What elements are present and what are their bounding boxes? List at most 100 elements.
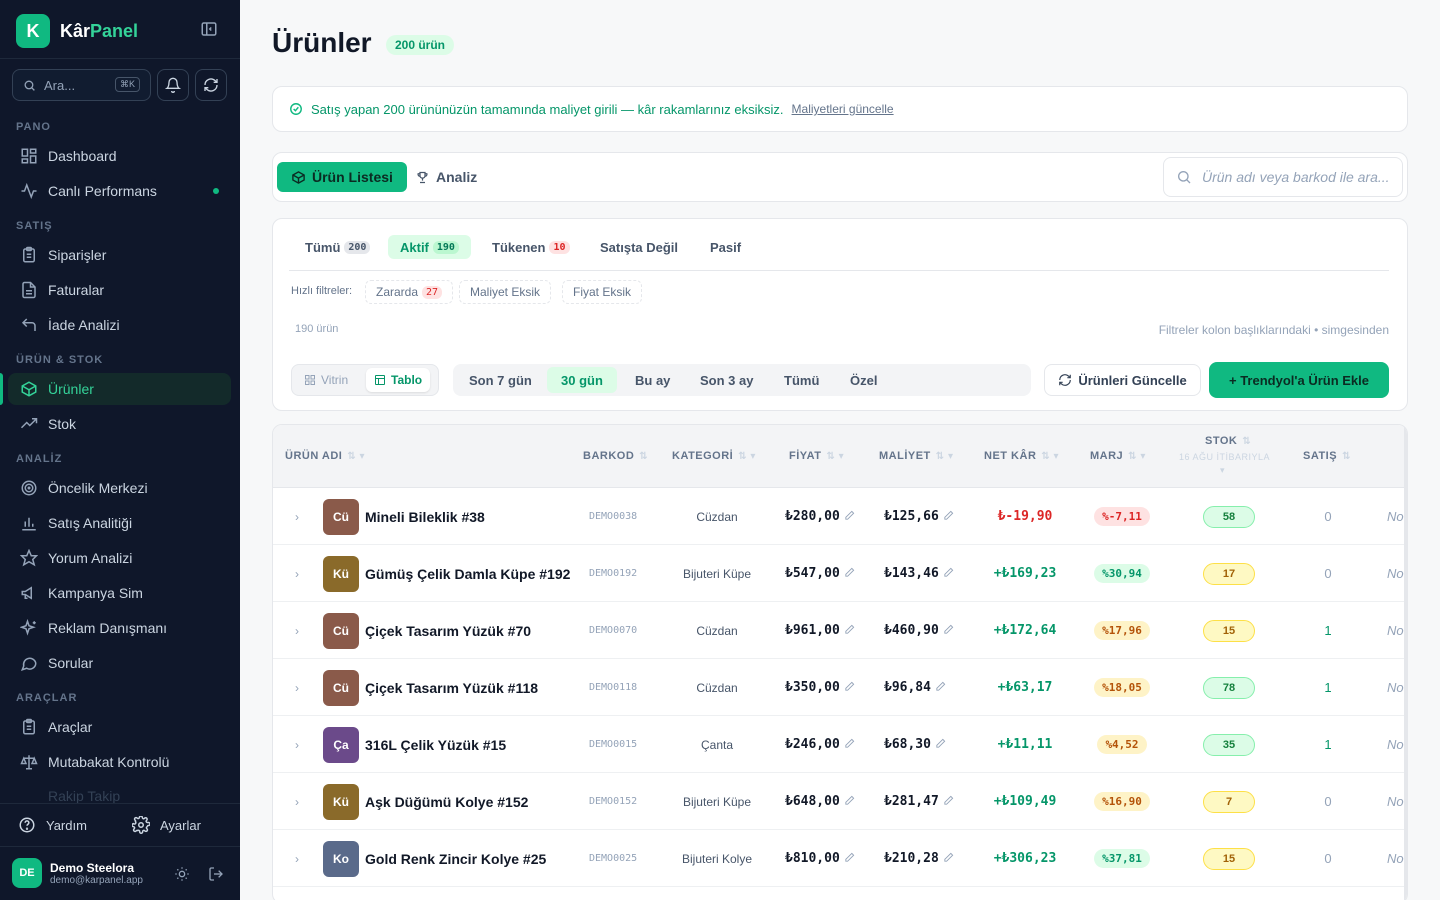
product-name[interactable]: Mineli Bileklik #38 xyxy=(365,509,485,525)
edit-cost-pencil-icon[interactable] xyxy=(943,567,954,581)
col-header-price[interactable]: FİYAT ⇅ ▾ xyxy=(789,450,844,462)
sidebar-item-dashboard[interactable]: Dashboard xyxy=(8,140,231,172)
add-trendyol-product-button[interactable]: + Trendyol'a Ürün Ekle xyxy=(1209,362,1389,398)
horizontal-scroll-edge[interactable] xyxy=(1404,425,1407,900)
product-name[interactable]: 316L Çelik Yüzük #15 xyxy=(365,737,506,753)
expand-row-chevron-icon[interactable]: › xyxy=(295,681,299,695)
collapse-sidebar-icon[interactable] xyxy=(200,20,222,42)
table-row[interactable]: › Kü Gümüş Çelik Damla Küpe #192 DEMO0192 Bi… xyxy=(273,545,1407,602)
brand[interactable]: K KârPanel xyxy=(16,14,138,48)
stock-badge[interactable]: 17 xyxy=(1203,562,1255,585)
edit-cost-pencil-icon[interactable] xyxy=(943,795,954,809)
status-tab-tumu[interactable]: Tümü 200 xyxy=(293,235,382,259)
notifications-button[interactable] xyxy=(157,69,189,101)
expand-row-chevron-icon[interactable]: › xyxy=(295,510,299,524)
sidebar-item-siparisler[interactable]: Siparişler xyxy=(8,239,231,271)
period-30-gun[interactable]: 30 gün xyxy=(547,367,617,393)
expand-row-chevron-icon[interactable]: › xyxy=(295,738,299,752)
product-name[interactable]: Gümüş Çelik Damla Küpe #192 xyxy=(365,566,570,582)
col-header-cost[interactable]: MALİYET ⇅ ▾ xyxy=(879,450,953,462)
sidebar-search[interactable]: Ara... ⌘K xyxy=(12,69,151,101)
edit-price-pencil-icon[interactable] xyxy=(844,567,855,581)
expand-row-chevron-icon[interactable]: › xyxy=(295,624,299,638)
sidebar-item-mutabakat-kontrolu[interactable]: Mutabakat Kontrolü xyxy=(8,746,231,778)
expand-row-chevron-icon[interactable]: › xyxy=(295,795,299,809)
sidebar-item-araclar[interactable]: Araçlar xyxy=(8,711,231,743)
table-row[interactable]: › Ça 316L Çelik Yüzük #15 DEMO0015 Çanta ₺246… xyxy=(273,716,1407,773)
edit-cost-pencil-icon[interactable] xyxy=(943,624,954,638)
col-header-stock[interactable]: STOK ⇅ xyxy=(1205,435,1251,447)
user-profile[interactable]: DE Demo Steelora demo@karpanel.app xyxy=(12,858,143,888)
status-tab-aktif[interactable]: Aktif 190 xyxy=(388,235,471,259)
col-header-net-profit[interactable]: NET KÂR ⇅ ▾ xyxy=(984,450,1059,462)
sidebar-item-rakip-takip[interactable]: Rakip Takip xyxy=(48,788,120,804)
edit-price-pencil-icon[interactable] xyxy=(844,681,855,695)
col-header-barcode[interactable]: BARKOD ⇅ xyxy=(583,450,648,462)
col-header-category[interactable]: KATEGORİ ⇅ ▾ xyxy=(672,450,756,462)
help-button[interactable]: Yardım xyxy=(18,816,87,834)
product-name[interactable]: Çiçek Tasarım Yüzük #118 xyxy=(365,680,538,696)
stock-badge[interactable]: 7 xyxy=(1203,790,1255,813)
tab-product-list[interactable]: Ürün Listesi xyxy=(277,162,407,192)
period-bu-ay[interactable]: Bu ay xyxy=(621,367,684,393)
quick-filter-zararda[interactable]: Zararda 27 xyxy=(365,280,454,304)
product-search-input[interactable]: Ürün adı veya barkod ile ara... xyxy=(1163,157,1403,197)
col-header-margin[interactable]: MARJ ⇅ ▾ xyxy=(1090,450,1146,462)
sidebar-item-sorular[interactable]: Sorular xyxy=(8,647,231,679)
col-header-sales[interactable]: SATIŞ ⇅ xyxy=(1303,450,1351,462)
edit-price-pencil-icon[interactable] xyxy=(844,624,855,638)
edit-cost-pencil-icon[interactable] xyxy=(935,738,946,752)
sidebar-item-iade-analizi[interactable]: İade Analizi xyxy=(8,309,231,341)
period-tumu[interactable]: Tümü xyxy=(770,367,833,393)
quick-filter-maliyet-eksik[interactable]: Maliyet Eksik xyxy=(459,280,552,304)
status-tab-pasif[interactable]: Pasif xyxy=(698,235,753,259)
sidebar-item-canli-performans[interactable]: Canlı Performans xyxy=(8,175,231,207)
sidebar-item-faturalar[interactable]: Faturalar xyxy=(8,274,231,306)
period-ozel[interactable]: Özel xyxy=(836,367,891,393)
sidebar-item-urunler[interactable]: Ürünler xyxy=(8,373,231,405)
table-row[interactable]: › Cü Mineli Bileklik #38 DEMO0038 Cüzdan ₺280… xyxy=(273,488,1407,545)
period-son-3-ay[interactable]: Son 3 ay xyxy=(686,367,767,393)
quick-filter-fiyat-eksik[interactable]: Fiyat Eksik xyxy=(562,280,643,304)
sidebar-item-satis-analitigi[interactable]: Satış Analitiği xyxy=(8,507,231,539)
settings-button[interactable]: Ayarlar xyxy=(132,816,201,834)
view-tablo-button[interactable]: Tablo xyxy=(366,368,431,392)
edit-price-pencil-icon[interactable] xyxy=(844,510,855,524)
table-row[interactable]: › Cü Çiçek Tasarım Yüzük #70 DEMO0070 Cüzdan… xyxy=(273,602,1407,659)
product-name[interactable]: Gold Renk Zincir Kolye #25 xyxy=(365,851,546,867)
view-vitrin-button[interactable]: Vitrin xyxy=(296,368,356,392)
period-son-7-gun[interactable]: Son 7 gün xyxy=(455,367,546,393)
stock-badge[interactable]: 78 xyxy=(1203,676,1255,699)
sidebar-item-oncelik-merkezi[interactable]: Öncelik Merkezi xyxy=(8,472,231,504)
update-costs-link[interactable]: Maliyetleri güncelle xyxy=(792,102,894,116)
logout-icon[interactable] xyxy=(208,866,224,885)
edit-price-pencil-icon[interactable] xyxy=(844,738,855,752)
table-row[interactable]: › Ko Gold Renk Zincir Kolye #25 DEMO0025 Bij… xyxy=(273,830,1407,887)
tab-analysis[interactable]: Analiz xyxy=(415,162,477,192)
stock-badge[interactable]: 35 xyxy=(1203,733,1255,756)
status-tab-tukenen[interactable]: Tükenen 10 xyxy=(480,235,582,259)
edit-cost-pencil-icon[interactable] xyxy=(943,852,954,866)
update-products-button[interactable]: Ürünleri Güncelle xyxy=(1044,364,1201,396)
status-tab-satista-degil[interactable]: Satışta Değil xyxy=(588,235,690,259)
sidebar-item-stok[interactable]: Stok xyxy=(8,408,231,440)
sidebar-item-reklam-danismani[interactable]: Reklam Danışmanı xyxy=(8,612,231,644)
table-row[interactable]: › Kü Aşk Düğümü Kolye #152 DEMO0152 Bijuteri… xyxy=(273,773,1407,830)
col-header-name[interactable]: ÜRÜN ADI ⇅ ▾ xyxy=(285,450,365,462)
stock-badge[interactable]: 15 xyxy=(1203,847,1255,870)
edit-cost-pencil-icon[interactable] xyxy=(943,510,954,524)
stock-badge[interactable]: 15 xyxy=(1203,619,1255,642)
stock-filter-icon[interactable]: ▾ xyxy=(1220,465,1225,476)
sidebar-item-yorum-analizi[interactable]: Yorum Analizi xyxy=(8,542,231,574)
stock-badge[interactable]: 58 xyxy=(1203,505,1255,528)
edit-cost-pencil-icon[interactable] xyxy=(935,681,946,695)
product-name[interactable]: Çiçek Tasarım Yüzük #70 xyxy=(365,623,531,639)
theme-toggle-icon[interactable] xyxy=(174,866,190,885)
table-row[interactable]: › Cü Çiçek Tasarım Yüzük #118 DEMO0118 Cüzda… xyxy=(273,659,1407,716)
sidebar-item-kampanya-sim[interactable]: Kampanya Sim xyxy=(8,577,231,609)
refresh-button[interactable] xyxy=(195,69,227,101)
expand-row-chevron-icon[interactable]: › xyxy=(295,852,299,866)
product-name[interactable]: Aşk Düğümü Kolye #152 xyxy=(365,794,528,810)
edit-price-pencil-icon[interactable] xyxy=(844,795,855,809)
edit-price-pencil-icon[interactable] xyxy=(844,852,855,866)
